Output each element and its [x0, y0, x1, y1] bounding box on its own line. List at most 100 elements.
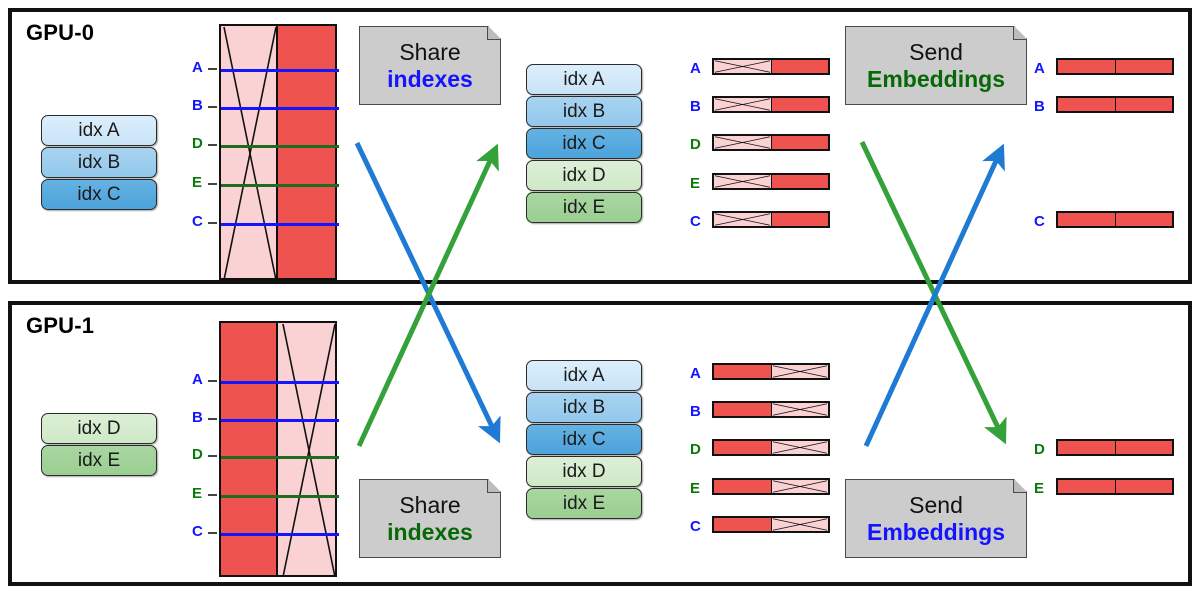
seg-pink-crossed — [771, 441, 828, 454]
seg-red — [771, 213, 828, 226]
gpu1-send-embeddings-note: Send Embeddings — [845, 479, 1027, 558]
gpu0-rowline-B — [221, 107, 339, 110]
seg-red — [1058, 213, 1115, 226]
gpu1-share-indexes-note: Share indexes — [359, 479, 501, 558]
gpu0-note-line2: indexes — [387, 65, 473, 92]
gpu0-emb-left-bar-0 — [712, 58, 830, 75]
diagram-canvas: GPU-0 idx A idx B idx C A B D E C Share … — [0, 0, 1200, 595]
gpu1-tick-1 — [208, 418, 217, 420]
seg-pink-crossed — [771, 403, 828, 416]
gpu0-note-fold-icon — [487, 27, 500, 40]
gpu0-tick-4 — [208, 222, 217, 224]
gpu1-note2-fold-icon — [1013, 480, 1026, 493]
gpu1-row-label-1: B — [192, 409, 203, 426]
gpu1-row-label-2: D — [192, 446, 203, 463]
gpu0-emb-left-bar-3 — [712, 173, 830, 190]
seg-red — [1115, 213, 1172, 226]
gpu0-rowline-D — [221, 145, 339, 148]
seg-red — [771, 60, 828, 73]
gpu0-send-embeddings-note: Send Embeddings — [845, 26, 1027, 105]
gpu-1-panel: GPU-1 idx D idx E A B D E C Share indexe… — [8, 301, 1192, 586]
gpu1-emb-left-label-2: D — [690, 441, 701, 458]
gpu1-emb-left-label-4: C — [690, 518, 701, 535]
gpu0-emb-left-bar-4 — [712, 211, 830, 228]
gpu0-note2-line1: Send — [909, 39, 963, 66]
gpu0-all-index-4: idx E — [526, 192, 642, 223]
gpu0-emb-left-label-0: A — [690, 60, 701, 77]
gpu0-all-index-1: idx B — [526, 96, 642, 127]
gpu1-emb-left-label-3: E — [690, 480, 701, 497]
gpu0-emb-left-label-1: B — [690, 98, 701, 115]
gpu0-note-line1: Share — [399, 39, 461, 66]
gpu0-tick-0 — [208, 68, 217, 70]
gpu0-local-index-1: idx B — [41, 147, 157, 178]
gpu1-emb-left-bar-4 — [712, 516, 830, 533]
gpu1-emb-right-bar-1 — [1056, 478, 1174, 495]
gpu0-local-index-2: idx C — [41, 179, 157, 210]
gpu0-emb-left-label-3: E — [690, 175, 701, 192]
gpu1-emb-right-label-0: D — [1034, 441, 1045, 458]
gpu0-emb-left-label-4: C — [690, 213, 701, 230]
gpu1-tick-3 — [208, 494, 217, 496]
seg-red — [714, 365, 771, 378]
gpu0-note2-line2: Embeddings — [866, 65, 1005, 92]
gpu1-rowline-E — [221, 495, 339, 498]
gpu1-tick-4 — [208, 532, 217, 534]
gpu1-rowline-D — [221, 456, 339, 459]
gpu-0-panel: GPU-0 idx A idx B idx C A B D E C Share … — [8, 8, 1192, 284]
gpu0-row-label-0: A — [192, 59, 203, 76]
gpu0-tick-1 — [208, 106, 217, 108]
gpu1-note-fold-icon — [487, 480, 500, 493]
seg-red — [714, 518, 771, 531]
gpu0-embedding-table — [219, 24, 339, 281]
gpu1-all-index-2: idx C — [526, 424, 642, 455]
gpu1-note2-line2: Embeddings — [866, 518, 1005, 545]
gpu0-rowline-A — [221, 69, 339, 72]
gpu0-share-indexes-note: Share indexes — [359, 26, 501, 105]
seg-pink-crossed — [714, 60, 771, 73]
gpu0-note2-fold-icon — [1013, 27, 1026, 40]
seg-pink-crossed — [714, 175, 771, 188]
gpu1-emb-left-label-0: A — [690, 365, 701, 382]
gpu0-emb-right-label-0: A — [1034, 60, 1045, 77]
gpu0-row-label-3: E — [192, 174, 203, 191]
gpu0-emb-right-label-1: B — [1034, 98, 1045, 115]
gpu1-emb-right-bar-0 — [1056, 439, 1174, 456]
seg-red — [1058, 441, 1115, 454]
gpu1-rowline-B — [221, 419, 339, 422]
gpu0-all-index-0: idx A — [526, 64, 642, 95]
seg-pink-crossed — [714, 213, 771, 226]
gpu0-all-index-2: idx C — [526, 128, 642, 159]
gpu1-all-index-3: idx D — [526, 456, 642, 487]
gpu1-all-index-1: idx B — [526, 392, 642, 423]
gpu1-row-label-3: E — [192, 485, 203, 502]
seg-pink-crossed — [714, 136, 771, 149]
gpu0-tick-3 — [208, 183, 217, 185]
gpu0-emb-right-bar-2 — [1056, 211, 1174, 228]
gpu1-table-crossout-icon — [282, 323, 336, 578]
gpu-0-title: GPU-0 — [26, 20, 95, 45]
gpu0-emb-right-label-2: C — [1034, 213, 1045, 230]
seg-pink-crossed — [771, 480, 828, 493]
gpu0-rowline-E — [221, 184, 339, 187]
seg-red — [1058, 98, 1115, 111]
gpu0-tick-2 — [208, 144, 217, 146]
seg-red — [1115, 480, 1172, 493]
gpu1-emb-left-bar-1 — [712, 401, 830, 418]
gpu0-emb-right-bar-1 — [1056, 96, 1174, 113]
gpu0-all-index-3: idx D — [526, 160, 642, 191]
seg-pink-crossed — [771, 518, 828, 531]
gpu1-tick-2 — [208, 455, 217, 457]
gpu1-note-line2: indexes — [387, 518, 473, 545]
gpu0-rowline-C — [221, 223, 339, 226]
gpu1-emb-left-bar-3 — [712, 478, 830, 495]
gpu0-table-crossout-icon — [223, 26, 277, 281]
gpu1-row-label-0: A — [192, 371, 203, 388]
gpu1-emb-left-bar-2 — [712, 439, 830, 456]
gpu1-embedding-table — [219, 321, 339, 578]
gpu0-emb-left-bar-1 — [712, 96, 830, 113]
gpu1-local-index-0: idx D — [41, 413, 157, 444]
gpu1-note2-line1: Send — [909, 492, 963, 519]
gpu0-local-index-0: idx A — [41, 115, 157, 146]
gpu1-emb-right-label-1: E — [1034, 480, 1045, 497]
